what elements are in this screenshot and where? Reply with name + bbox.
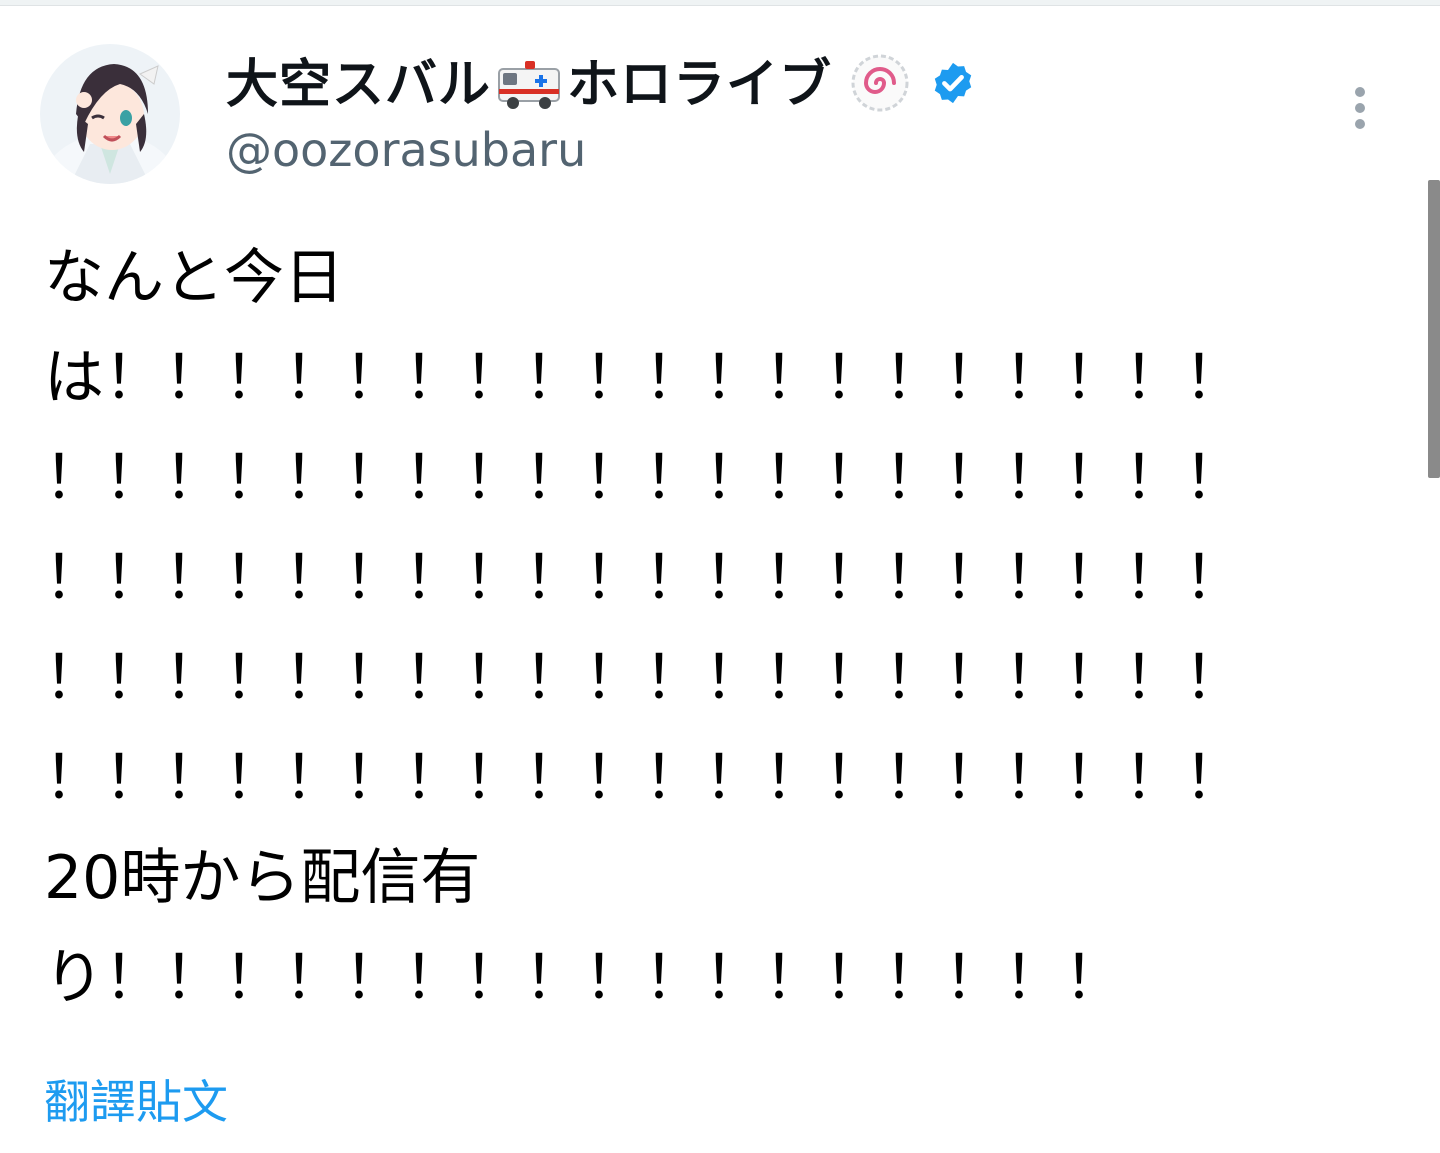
tweet-line: ！！！！！！！！！！！！！！！！！！！！ (44, 743, 1244, 813)
tweet-line: なんと今日 (44, 243, 344, 313)
tweet-line: 20時から配信有 (44, 843, 481, 913)
tweet-header: 大空スバル ホロライブ @oozorasubaru (40, 44, 1400, 194)
tweet-line: ！！！！！！！！！！！！！！！！！！！！ (44, 543, 1244, 613)
top-divider (0, 0, 1440, 6)
translate-post-link[interactable]: 翻譯貼文 (44, 1072, 228, 1132)
tweet-line: ！！！！！！！！！！！！！！！！！！！！ (44, 443, 1244, 513)
tweet-line: り！！！！！！！！！！！！！！！！！ (44, 943, 1124, 1013)
verified-badge-icon[interactable] (930, 60, 976, 110)
avatar[interactable] (40, 44, 180, 184)
tweet-line: ！！！！！！！！！！！！！！！！！！！！ (44, 643, 1244, 713)
scrollbar-thumb[interactable] (1428, 180, 1440, 478)
tweet-line: は！！！！！！！！！！！！！！！！！！！ (44, 343, 1244, 413)
tweet-text: なんと今日 は！！！！！！！！！！！！！！！！！！！ ！！！！！！！！！！！！！… (44, 228, 1384, 1028)
author-handle[interactable]: @oozorasubaru (226, 122, 976, 178)
display-name-row[interactable]: 大空スバル ホロライブ (226, 50, 976, 120)
naruto-fishcake-icon (850, 53, 910, 117)
more-vertical-icon (1355, 87, 1365, 129)
author-info: 大空スバル ホロライブ @oozorasubaru (226, 50, 976, 178)
ambulance-icon (495, 55, 563, 115)
more-options-button[interactable] (1340, 78, 1380, 138)
display-name-first[interactable]: 大空スバル (226, 50, 491, 120)
display-name-second[interactable]: ホロライブ (567, 50, 832, 120)
